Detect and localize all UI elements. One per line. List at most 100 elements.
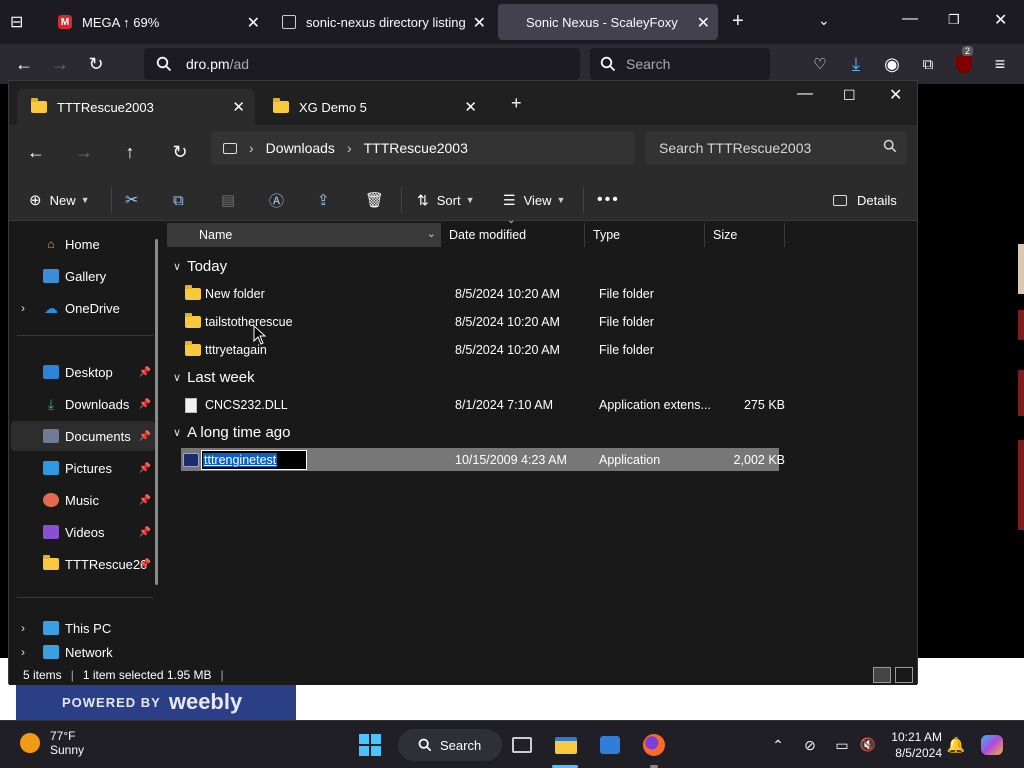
browser-tab-mega[interactable]: M MEGA ↑ 69% ✕ — [48, 4, 268, 40]
close-icon[interactable]: ✕ — [232, 98, 245, 116]
refresh-icon[interactable]: ↻ — [167, 139, 193, 165]
menu-icon[interactable]: ≡ — [988, 52, 1012, 76]
sidebar-scrollbar[interactable] — [155, 239, 158, 585]
reload-icon[interactable]: ↻ — [84, 52, 108, 76]
forward-icon[interactable]: → — [71, 139, 97, 165]
group-header-long-ago[interactable]: ∨ A long time ago — [173, 421, 290, 443]
back-icon[interactable]: ← — [12, 52, 36, 76]
url-bar[interactable]: dro.pm/ad — [144, 48, 580, 80]
sidebar-item-gallery[interactable]: Gallery — [11, 261, 155, 291]
sidebar-item-onedrive[interactable]: › ☁ OneDrive — [11, 293, 155, 323]
sidebar-item-this-pc[interactable]: › This PC — [11, 613, 155, 643]
delete-icon[interactable]: 🗑 — [365, 185, 384, 215]
group-header-last-week[interactable]: ∨ Last week — [173, 366, 255, 388]
list-tabs-icon[interactable]: ⌄ — [818, 12, 830, 29]
explorer-tab-xg-demo[interactable]: XG Demo 5 ✕ — [259, 89, 487, 125]
account-icon[interactable]: ◉ — [880, 52, 904, 76]
sidebar-item-tttrescue[interactable]: TTTRescue20 📌 — [11, 549, 155, 579]
table-row[interactable]: tailstotherescue 8/5/2024 10:20 AM File … — [181, 309, 779, 335]
network-off-icon[interactable]: ⊘ — [798, 733, 822, 757]
rename-input[interactable]: tttrenginetest — [201, 449, 307, 470]
restore-icon[interactable]: ❐ — [948, 12, 960, 28]
rename-icon[interactable]: Ⓐ — [269, 185, 284, 215]
back-icon[interactable]: ← — [23, 139, 49, 165]
column-header-date[interactable]: Date modified ⌄ — [441, 215, 585, 247]
copy-icon[interactable]: ⧉ — [173, 185, 184, 215]
minimize-icon[interactable]: — — [902, 10, 918, 28]
breadcrumb[interactable]: › Downloads › TTTRescue2003 — [211, 131, 635, 165]
sidebar-item-pictures[interactable]: Pictures 📌 — [11, 453, 155, 483]
sidebar-item-downloads[interactable]: ⤓ Downloads 📌 — [11, 389, 155, 419]
details-button[interactable]: Details — [833, 185, 897, 215]
volume-muted-icon[interactable]: 🔇 — [856, 733, 880, 757]
display-icon[interactable]: ▭ — [830, 733, 854, 757]
notification-bell-icon[interactable]: 🔔 — [944, 733, 968, 757]
close-window-icon[interactable]: ✕ — [994, 10, 1007, 30]
column-header-type[interactable]: Type — [585, 223, 705, 247]
paste-icon[interactable]: ▤ — [221, 185, 235, 215]
explorer-tab-tttrescue[interactable]: TTTRescue2003 ✕ — [17, 89, 255, 125]
sidebar-item-home[interactable]: ⌂ Home — [11, 229, 155, 259]
minimize-icon[interactable]: — — [797, 85, 813, 103]
start-icon[interactable] — [358, 733, 382, 757]
sidebar-item-music[interactable]: Music 📌 — [11, 485, 155, 515]
pin-icon[interactable]: 📌 — [139, 495, 151, 506]
maximize-icon[interactable]: ☐ — [843, 87, 856, 104]
share-icon[interactable]: ⇪ — [317, 185, 330, 215]
sidebar-item-desktop[interactable]: Desktop 📌 — [11, 357, 155, 387]
more-options-icon[interactable]: ••• — [597, 185, 620, 215]
close-icon[interactable]: ✕ — [464, 98, 477, 116]
chevron-right-icon[interactable]: › — [21, 301, 25, 315]
file-explorer-taskbar-icon[interactable] — [554, 733, 578, 757]
column-header-name[interactable]: Name ⌄ — [167, 223, 441, 247]
chevron-up-icon[interactable]: ⌃ — [766, 733, 790, 757]
close-icon[interactable]: ✕ — [473, 13, 486, 33]
new-tab-icon[interactable]: + — [732, 10, 744, 33]
sidebar-item-network[interactable]: › Network — [11, 645, 155, 665]
cut-icon[interactable]: ✂ — [125, 185, 138, 215]
weebly-badge[interactable]: POWERED BY weebly — [16, 684, 296, 720]
table-row[interactable]: tttryetagain 8/5/2024 10:20 AM File fold… — [181, 337, 779, 363]
group-header-today[interactable]: ∨ Today — [173, 255, 227, 277]
pin-icon[interactable]: 📌 — [139, 463, 151, 474]
chevron-right-icon[interactable]: › — [21, 621, 25, 635]
downloads-icon[interactable]: ⤓ — [844, 52, 868, 76]
copilot-icon[interactable] — [980, 733, 1004, 757]
clock[interactable]: 10:21 AM 8/5/2024 — [880, 729, 942, 761]
breadcrumb-downloads[interactable]: Downloads — [266, 140, 335, 156]
table-row[interactable]: CNCS232.DLL 8/1/2024 7:10 AM Application… — [181, 392, 785, 418]
view-button[interactable]: ☰ View ▼ — [503, 185, 565, 215]
new-button[interactable]: ⊕ New ▼ — [29, 185, 90, 215]
details-view-icon[interactable] — [873, 667, 891, 683]
pin-icon[interactable]: 📌 — [139, 431, 151, 442]
tiles-view-icon[interactable] — [895, 667, 913, 683]
pin-icon[interactable]: 📌 — [139, 367, 151, 378]
close-icon[interactable]: ✕ — [697, 13, 710, 33]
close-window-icon[interactable]: ✕ — [889, 85, 902, 105]
task-view-icon[interactable] — [510, 733, 534, 757]
taskbar-search[interactable]: Search — [398, 729, 502, 761]
new-tab-icon[interactable]: + — [511, 93, 522, 114]
firefox-icon[interactable] — [642, 733, 666, 757]
table-row[interactable]: tttrenginetest 10/15/2009 4:23 AM Applic… — [181, 448, 785, 471]
column-header-size[interactable]: Size — [705, 223, 785, 247]
breadcrumb-current[interactable]: TTTRescue2003 — [364, 140, 468, 156]
pocket-icon[interactable]: ♡ — [808, 52, 832, 76]
pin-icon[interactable]: 📌 — [139, 559, 151, 570]
close-icon[interactable]: ✕ — [247, 13, 260, 33]
tab-overview-icon[interactable]: ⊟ — [10, 12, 23, 32]
pin-icon[interactable]: 📌 — [139, 399, 151, 410]
browser-search-field[interactable]: Search — [590, 48, 770, 80]
chevron-right-icon[interactable]: › — [21, 645, 25, 659]
sidebar-item-videos[interactable]: Videos 📌 — [11, 517, 155, 547]
sidebar-item-documents[interactable]: Documents 📌 — [11, 421, 155, 451]
ublock-icon[interactable]: 2 — [952, 46, 976, 76]
forward-icon[interactable]: → — [48, 52, 72, 76]
store-icon[interactable] — [598, 733, 622, 757]
explorer-search-input[interactable]: Search TTTRescue2003 — [645, 131, 907, 165]
chevron-down-icon[interactable]: ⌄ — [427, 227, 436, 240]
browser-tab-directory[interactable]: sonic-nexus directory listing ✕ — [272, 4, 494, 40]
sort-button[interactable]: ⇅ Sort ▼ — [417, 185, 475, 215]
up-icon[interactable]: ↑ — [117, 139, 143, 165]
table-row[interactable]: New folder 8/5/2024 10:20 AM File folder — [181, 281, 779, 307]
